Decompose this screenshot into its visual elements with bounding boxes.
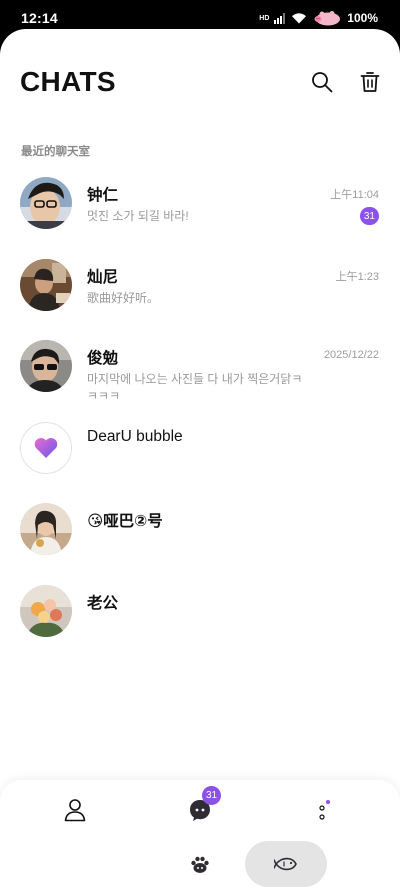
section-label-recent: 最近的聊天室	[21, 146, 90, 158]
wifi-icon	[292, 13, 307, 24]
phone-screen: 12:14 HD 100% CHATS 最近的聊天室 钟仁 멋진 소가 되길 바…	[0, 0, 400, 889]
chats-panel: CHATS 最近的聊天室 钟仁 멋진 소가 되길 바라! 上午11:04 31 …	[0, 29, 400, 889]
chat-name: 灿尼	[87, 268, 119, 286]
chat-preview: 歌曲好好听。	[87, 290, 160, 305]
heart-logo-icon	[34, 437, 58, 458]
pig-battery-icon	[314, 11, 341, 26]
chat-item-jongin[interactable]: 钟仁 멋진 소가 되길 바라! 上午11:04 31	[0, 174, 400, 256]
chat-item-dearu-bubble[interactable]: DearU bubble	[0, 419, 400, 501]
fish-icon	[274, 857, 297, 871]
page-title: CHATS	[20, 66, 116, 97]
delete-button[interactable]	[358, 70, 382, 94]
header: CHATS	[20, 66, 382, 97]
chat-item-chanyeol[interactable]: 灿尼 歌曲好好听。 上午1:23	[0, 256, 400, 338]
person-icon	[64, 799, 86, 822]
chat-name: 😘哑巴②号	[87, 513, 163, 530]
chat-name: 钟仁	[87, 187, 119, 204]
chat-time: 2025/12/22	[323, 349, 379, 361]
paw-button[interactable]	[180, 845, 220, 885]
chat-item-laogong[interactable]: 老公	[0, 582, 400, 664]
search-icon	[312, 72, 333, 93]
chat-preview: 멋진 소가 되길 바라!	[87, 209, 189, 223]
chat-item-yaba-2[interactable]: 😘哑巴②号	[0, 500, 400, 582]
chat-list: 钟仁 멋진 소가 되길 바라! 上午11:04 31 灿尼 歌曲好好听。 上午1…	[0, 174, 400, 663]
more-dots-icon	[319, 800, 330, 820]
battery-level: 100%	[347, 11, 378, 25]
avatar	[20, 258, 72, 311]
chat-time: 上午11:04	[330, 189, 379, 201]
chat-time: 上午1:23	[335, 270, 379, 283]
unread-badge: 31	[359, 207, 379, 225]
signal-icon	[274, 12, 286, 24]
nav-more[interactable]	[305, 790, 345, 830]
system-bar	[0, 840, 400, 889]
chat-name: 老公	[87, 594, 119, 612]
avatar	[20, 503, 72, 555]
avatar	[20, 584, 72, 637]
chat-preview: 마지막에 나오는 사진들 다 내가 찍은거닭ㅋㅋㅋㅋ	[87, 372, 303, 403]
network-label: HD	[259, 14, 270, 22]
avatar	[20, 421, 72, 474]
trash-icon	[360, 72, 380, 92]
bottom-nav: 31	[0, 780, 400, 840]
status-time: 12:14	[21, 10, 58, 26]
chat-name: DearU bubble	[87, 427, 183, 445]
avatar	[20, 177, 72, 229]
header-actions	[310, 70, 382, 94]
avatar	[20, 340, 72, 392]
search-button[interactable]	[310, 70, 334, 94]
paw-icon	[191, 856, 209, 873]
nav-profile[interactable]	[55, 790, 95, 830]
nav-chats-badge: 31	[202, 786, 221, 805]
nav-chats[interactable]: 31	[180, 786, 221, 830]
chat-item-junmyeon[interactable]: 俊勉 마지막에 나오는 사진들 다 내가 찍은거닭ㅋㅋㅋㅋ 2025/12/22	[0, 337, 400, 419]
chat-name: 俊勉	[87, 350, 119, 367]
fish-button[interactable]	[245, 841, 327, 887]
status-icons: HD 100%	[259, 10, 378, 26]
